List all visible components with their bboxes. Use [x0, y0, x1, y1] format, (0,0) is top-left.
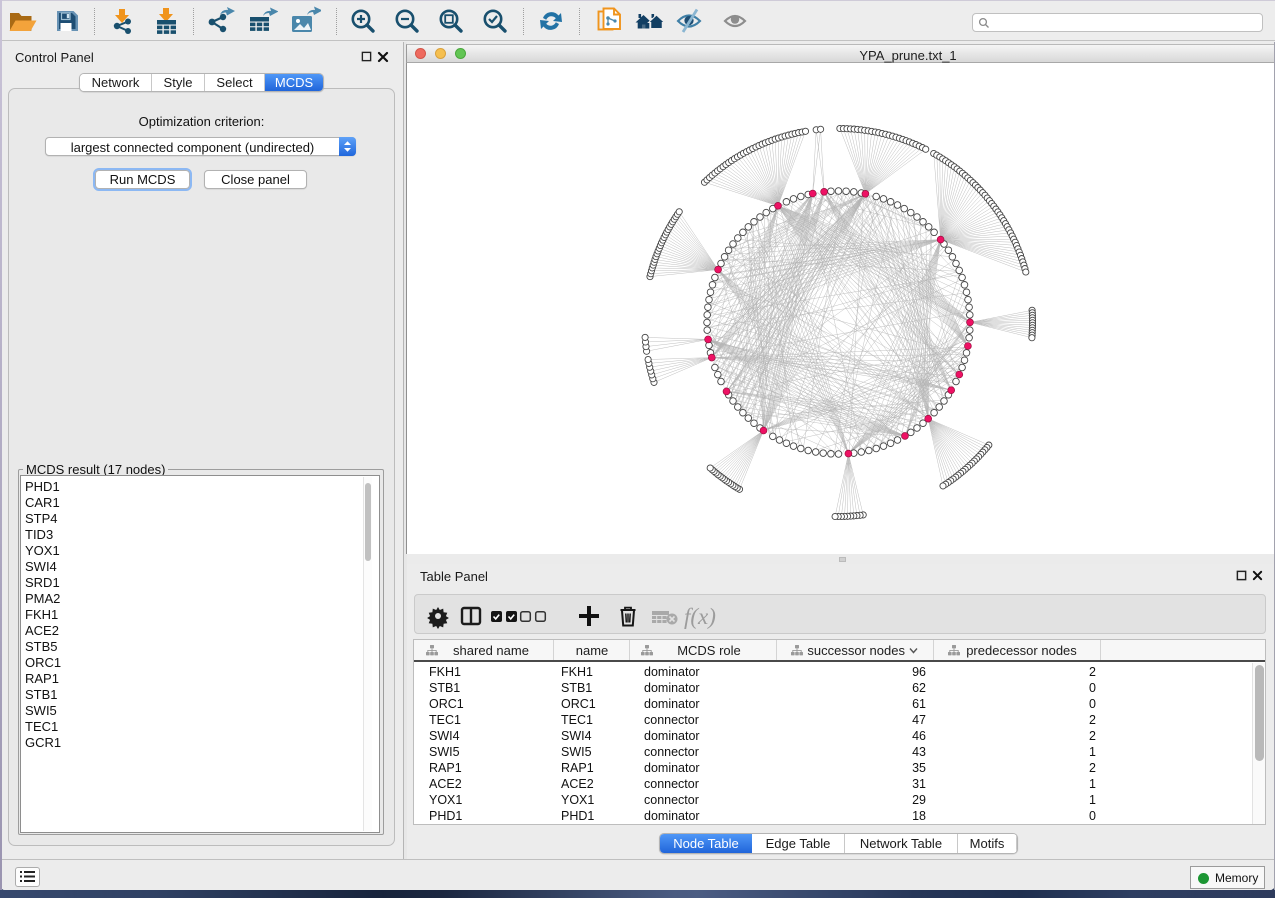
- svg-text:f(x): f(x): [684, 604, 716, 629]
